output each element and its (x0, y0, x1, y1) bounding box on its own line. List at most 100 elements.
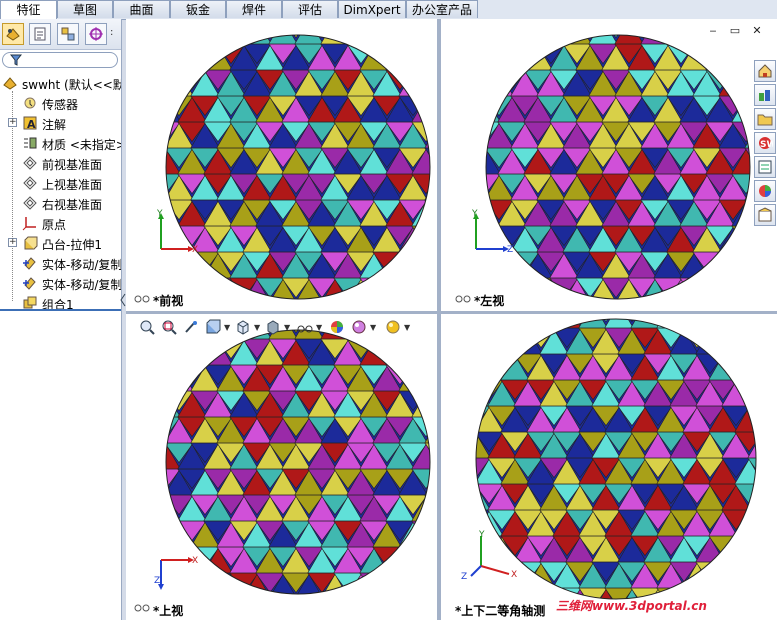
search-tab[interactable]: SW (754, 132, 776, 154)
facet (441, 44, 461, 64)
tab-dimxpert[interactable]: DimXpert (338, 0, 406, 18)
viewport-front[interactable]: Y X *前视 (126, 19, 437, 311)
facet (747, 380, 756, 407)
facet (191, 304, 220, 311)
tree-item-top-plane[interactable]: 上视基准面 (0, 173, 121, 193)
apply-scene-button[interactable] (350, 318, 368, 336)
view-palette-tab[interactable] (754, 156, 776, 178)
tree-filter-field[interactable] (2, 52, 118, 68)
tree-item-annotations[interactable]: + A 注解 (0, 113, 121, 133)
facet (411, 520, 430, 542)
facet (166, 469, 168, 496)
facet (126, 443, 141, 463)
facet (441, 148, 461, 168)
facet (177, 35, 207, 39)
facet (486, 35, 488, 45)
command-manager-tabs: 特征 草图 曲面 钣金 焊件 评估 DimXpert 办公室产品 (0, 0, 777, 20)
facet (268, 35, 298, 45)
facet (398, 43, 428, 65)
view-orientation-button[interactable] (234, 318, 252, 336)
feature-tree-tab[interactable] (2, 23, 24, 45)
axis-y-label: Y (472, 209, 478, 219)
facet (486, 44, 501, 71)
tree-item-material[interactable]: 材质 <未指定> (0, 133, 121, 153)
solidworks-resources-tab[interactable] (754, 60, 776, 82)
tree-root-part[interactable]: swwht (默认<<默 (0, 73, 121, 93)
facet (126, 149, 154, 174)
facet (425, 304, 437, 311)
facet (761, 563, 777, 588)
tree-item-sensors[interactable]: 传感器 (0, 93, 121, 113)
edit-appearance-button[interactable] (328, 318, 346, 336)
viewport-split-vertical[interactable] (437, 19, 441, 620)
tab-features[interactable]: 特征 (0, 0, 57, 19)
facet (307, 35, 337, 39)
tree-item-origin[interactable]: 原点 (0, 213, 121, 233)
previous-view-button[interactable] (182, 318, 200, 336)
facet (386, 600, 415, 620)
tree-item-right-plane[interactable]: 右视基准面 (0, 193, 121, 213)
panel-divider[interactable] (0, 309, 121, 311)
configuration-manager-tab[interactable] (57, 23, 79, 45)
tab-weldments[interactable]: 焊件 (226, 0, 282, 18)
cube-icon (237, 320, 249, 335)
tree-item-front-plane[interactable]: 前视基准面 (0, 153, 121, 173)
facet (486, 43, 514, 65)
tree-item-boss-extrude[interactable]: + 凸台-拉伸1 (0, 233, 121, 253)
facet (424, 278, 430, 299)
tab-sheet-metal[interactable]: 钣金 (170, 0, 226, 18)
hide-show-items-button[interactable] (296, 318, 314, 336)
viewport-top[interactable]: X Z *上视 (126, 314, 437, 620)
facet (592, 614, 621, 620)
restore-button[interactable]: ▭ (729, 25, 741, 37)
facet (242, 35, 272, 45)
part-icon (3, 77, 17, 90)
facet (747, 328, 756, 355)
facet (441, 123, 461, 148)
expand-toggle[interactable]: + (8, 238, 17, 247)
design-library-tab[interactable] (754, 84, 776, 106)
facet (203, 277, 233, 299)
dimxpert-manager-tab[interactable] (85, 23, 107, 45)
facet (476, 328, 491, 355)
viewport-isometric[interactable]: Y X Z *上下二等角轴测 (441, 314, 777, 620)
appearance-icon (331, 321, 343, 333)
tree-item-label: 传感器 (42, 98, 79, 112)
tab-office-products[interactable]: 办公室产品 (406, 0, 478, 18)
file-explorer-tab[interactable] (754, 108, 776, 130)
svg-text:A: A (27, 118, 36, 131)
tree-item-move-copy-2[interactable]: 实体-移动/复制 (0, 273, 121, 293)
facet (372, 35, 402, 45)
appearances-tab[interactable] (754, 180, 776, 202)
axis-y-label: Y (157, 209, 163, 219)
viewport-split-horizontal[interactable] (126, 311, 777, 314)
zoom-to-fit-button[interactable] (138, 318, 156, 336)
axis-x-label: X (511, 570, 518, 580)
section-view-button[interactable] (204, 318, 222, 336)
tab-evaluate[interactable]: 评估 (282, 0, 338, 18)
facet (486, 35, 514, 45)
facet (441, 381, 464, 406)
tree-item-label: 前视基准面 (42, 158, 103, 172)
tab-surfaces[interactable]: 曲面 (113, 0, 170, 18)
tab-sketch[interactable]: 草图 (57, 0, 113, 18)
view-settings-button[interactable] (384, 318, 402, 336)
display-style-button[interactable] (264, 318, 282, 336)
viewport-label: *前视 (153, 294, 184, 308)
plane-icon (23, 156, 37, 170)
overflow-indicator[interactable]: : (110, 27, 113, 38)
facet (510, 43, 540, 65)
facet (562, 35, 592, 45)
heads-up-view-toolbar: ▼ ▼ ▼ ▼ ▼ ▼ (138, 318, 428, 338)
facet (476, 379, 478, 401)
facet (486, 96, 501, 123)
zoom-to-area-button[interactable] (160, 318, 178, 336)
custom-properties-tab[interactable] (754, 204, 776, 226)
facet (446, 122, 475, 142)
tree-item-move-copy-1[interactable]: 实体-移动/复制 (0, 253, 121, 273)
expand-toggle[interactable]: + (8, 118, 17, 127)
minimize-button[interactable]: ‒ (707, 25, 719, 37)
property-manager-tab[interactable] (29, 23, 51, 45)
viewport-left[interactable]: Y Z *左视 ‒ ▭ ✕ (441, 19, 777, 311)
close-button[interactable]: ✕ (751, 25, 763, 37)
